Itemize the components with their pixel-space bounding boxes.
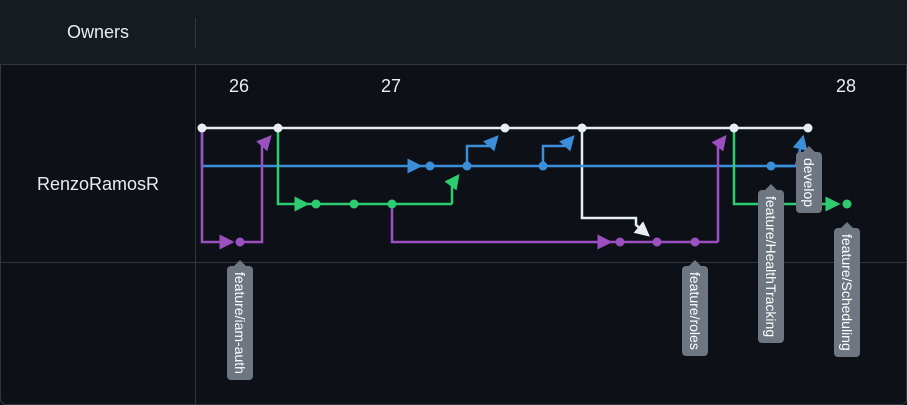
- commit-dot: [349, 199, 359, 209]
- commit-dot: [500, 123, 510, 133]
- commit-dot: [538, 161, 548, 171]
- commit-dot: [615, 237, 625, 247]
- commit-dot: [387, 199, 397, 209]
- commit-dot: [425, 161, 435, 171]
- roles-branch-line: [200, 128, 727, 250]
- commit-dot: [803, 123, 813, 133]
- commit-dot: [462, 161, 472, 171]
- commit-dot: [311, 199, 321, 209]
- develop-branch-line: [200, 128, 808, 174]
- branch-tag-scheduling[interactable]: feature/Scheduling: [834, 222, 860, 357]
- commit-dot: [690, 237, 700, 247]
- commit-dot: [652, 237, 662, 247]
- commit-dots: [197, 123, 852, 247]
- commit-dot: [842, 199, 852, 209]
- branch-tag-iam-auth[interactable]: feature/iam-auth: [227, 260, 253, 380]
- commit-dot: [766, 161, 776, 171]
- branch-tag-roles[interactable]: feature/roles: [682, 260, 708, 356]
- commit-dot: [235, 237, 245, 247]
- commit-dot: [197, 123, 207, 133]
- branch-tag-health-tracking[interactable]: feature/HealthTracking: [758, 183, 784, 344]
- commit-dot: [577, 123, 587, 133]
- commit-dot: [273, 123, 283, 133]
- branch-tag-develop[interactable]: develop: [796, 145, 822, 214]
- commit-dot: [729, 123, 739, 133]
